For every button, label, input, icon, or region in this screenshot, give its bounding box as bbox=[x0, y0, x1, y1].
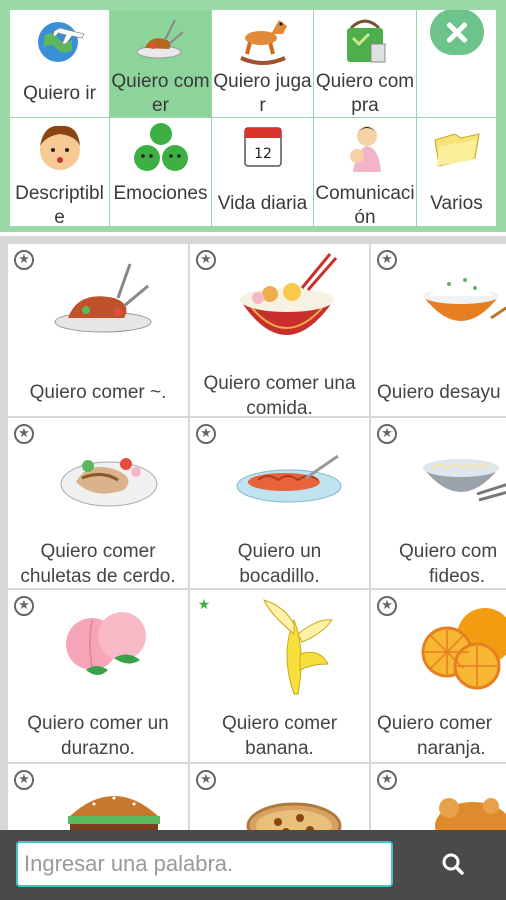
phrase-card[interactable]: Quiero comer chuletas de cerdo. bbox=[8, 418, 188, 588]
category-label: Comunicación bbox=[315, 183, 415, 226]
peach-icon bbox=[66, 612, 146, 675]
face-icon bbox=[39, 125, 80, 170]
star-icon[interactable] bbox=[377, 424, 397, 444]
phrase-line2: durazno. bbox=[61, 738, 135, 759]
globe-airplane-icon bbox=[37, 22, 85, 62]
search-input[interactable] bbox=[18, 843, 391, 885]
star-icon[interactable] bbox=[14, 250, 34, 270]
phrase-line2: comida. bbox=[246, 398, 313, 416]
snack-plate-icon bbox=[236, 454, 342, 503]
orange-icon bbox=[421, 608, 506, 690]
phrase-card[interactable]: Quiero comer banana. bbox=[190, 590, 369, 762]
phrase-line2: banana. bbox=[245, 738, 314, 759]
phrase-line1: Quiero comer bbox=[40, 541, 156, 562]
phrase-line1: Quiero comer un bbox=[27, 713, 169, 734]
category-label: Quiero ir bbox=[23, 83, 96, 104]
category-comunicacion[interactable]: Comunicación bbox=[314, 118, 416, 226]
calendar-icon: 12 bbox=[243, 127, 282, 167]
phrase-line2: naranja. bbox=[417, 738, 486, 759]
banana-icon bbox=[263, 599, 333, 695]
phrase-card[interactable]: Quiero comer una comida. bbox=[190, 244, 369, 416]
svg-text:12: 12 bbox=[254, 146, 272, 162]
search-button[interactable] bbox=[425, 844, 481, 884]
star-icon[interactable] bbox=[196, 424, 216, 444]
star-icon[interactable] bbox=[377, 596, 397, 616]
hamburger-icon bbox=[68, 796, 160, 834]
phrase-line2: bocadillo. bbox=[239, 566, 320, 587]
roast-meat-icon bbox=[54, 263, 152, 333]
close-panel-cell bbox=[417, 10, 496, 117]
category-label: Quiero comer bbox=[111, 71, 210, 116]
phrase-card[interactable] bbox=[8, 764, 188, 836]
phrase-card[interactable]: Quiero comer ~. bbox=[8, 244, 188, 416]
bottom-bar bbox=[0, 830, 506, 900]
category-label: Descriptible bbox=[15, 183, 104, 226]
category-quiero-compra[interactable]: Quiero compra bbox=[314, 10, 416, 117]
category-emociones[interactable]: Emociones bbox=[110, 118, 211, 226]
phrase-card[interactable]: Quiero comer naranja. bbox=[371, 590, 506, 762]
category-label: Quiero compra bbox=[315, 71, 415, 116]
phrase-card[interactable]: Quiero com fideos. bbox=[371, 418, 506, 588]
star-icon[interactable] bbox=[14, 770, 34, 790]
phrase-line2: chuletas de cerdo. bbox=[20, 566, 176, 587]
phrase-line1: Quiero comer bbox=[377, 713, 493, 734]
phrase-line2: Quiero comer ~. bbox=[29, 382, 167, 403]
star-icon[interactable] bbox=[377, 770, 397, 790]
star-icon[interactable] bbox=[14, 424, 34, 444]
phrase-line1: Quiero comer bbox=[221, 713, 338, 734]
rocking-horse-icon bbox=[239, 20, 287, 65]
star-icon[interactable] bbox=[14, 596, 34, 616]
rice-bowl-icon bbox=[240, 253, 338, 335]
star-icon[interactable] bbox=[196, 250, 216, 270]
phrase-card[interactable]: Quiero desayu bbox=[371, 244, 506, 416]
phrase-card[interactable] bbox=[371, 764, 506, 836]
category-vida-diaria[interactable]: 12 Vida diaria bbox=[212, 118, 313, 226]
search-box bbox=[16, 841, 393, 887]
phrase-line1: Quiero com bbox=[399, 541, 498, 562]
phrase-card[interactable] bbox=[190, 764, 369, 836]
category-label: Emociones bbox=[113, 183, 208, 204]
phrase-line1: Quiero un bbox=[237, 541, 322, 562]
food-plate-icon bbox=[136, 19, 184, 59]
phrase-grid: Quiero comer ~. Quiero comer una comida.… bbox=[0, 236, 506, 836]
phrase-card[interactable]: Quiero comer un durazno. bbox=[8, 590, 188, 762]
category-panel: Quiero ir Quiero comer Quiero jugar Quie… bbox=[0, 0, 506, 232]
phrase-line2: fideos. bbox=[429, 566, 485, 587]
pork-chop-icon bbox=[60, 458, 158, 507]
emotion-faces-icon bbox=[133, 123, 188, 171]
phrase-line1: Quiero comer una bbox=[203, 373, 356, 394]
breakfast-rice-icon bbox=[423, 278, 506, 321]
category-quiero-ir[interactable]: Quiero ir bbox=[10, 10, 109, 117]
folders-icon bbox=[433, 133, 480, 167]
category-label: Varios bbox=[430, 193, 483, 214]
category-quiero-jugar[interactable]: Quiero jugar bbox=[212, 10, 313, 117]
roast-chicken-icon bbox=[435, 798, 506, 836]
close-icon[interactable] bbox=[430, 10, 484, 55]
star-icon[interactable] bbox=[377, 250, 397, 270]
noodle-bowl-icon bbox=[423, 459, 506, 502]
phrase-line2: Quiero desayu bbox=[377, 382, 501, 403]
phrase-card[interactable]: Quiero un bocadillo. bbox=[190, 418, 369, 588]
category-label: Vida diaria bbox=[217, 193, 308, 214]
category-descriptible[interactable]: Descriptible bbox=[10, 118, 109, 226]
mother-child-icon bbox=[350, 126, 381, 172]
category-quiero-comer[interactable]: Quiero comer bbox=[110, 10, 211, 117]
star-icon[interactable] bbox=[196, 770, 216, 790]
favorite-star-icon[interactable] bbox=[196, 596, 216, 616]
category-label: Quiero jugar bbox=[213, 71, 312, 116]
shopping-bag-icon bbox=[347, 19, 386, 63]
category-varios[interactable]: Varios bbox=[417, 118, 496, 226]
magnifier-icon bbox=[442, 853, 464, 875]
